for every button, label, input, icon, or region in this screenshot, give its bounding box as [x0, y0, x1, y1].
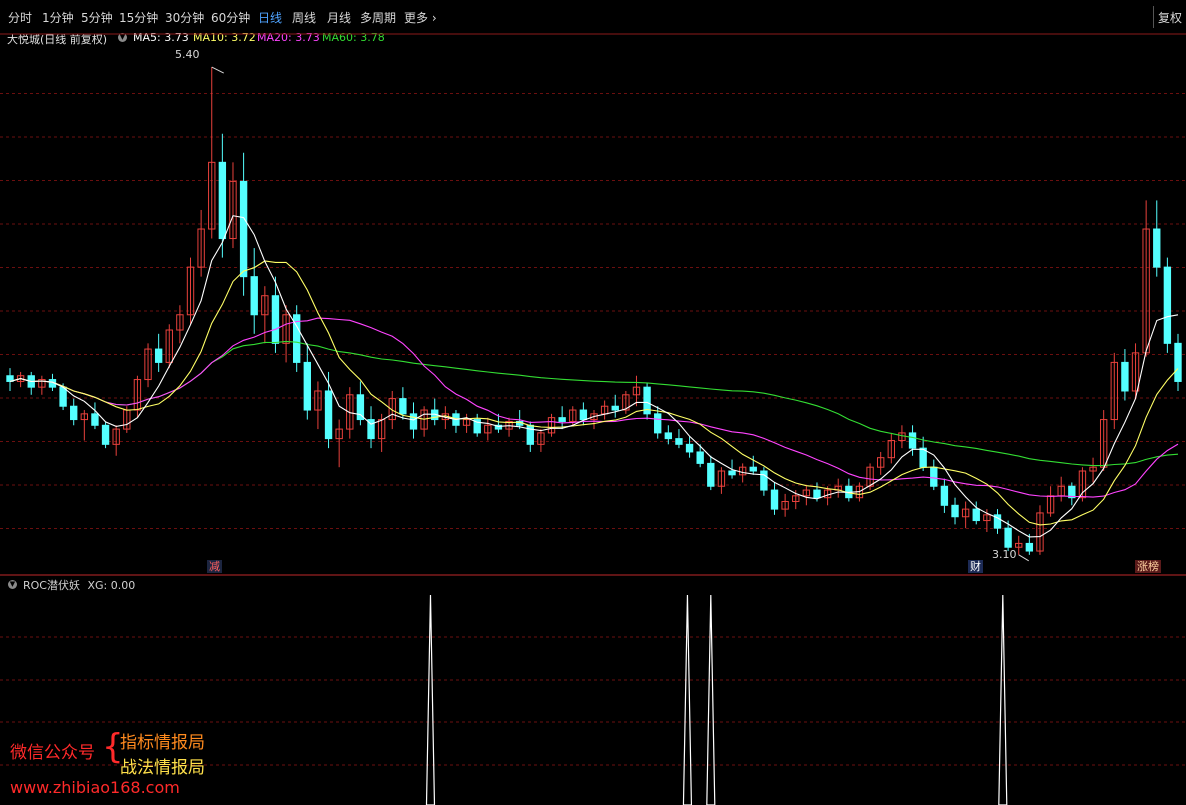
candle-body [1163, 266, 1172, 344]
candle-body [770, 489, 779, 510]
candle-body [1121, 361, 1129, 392]
candle-body [101, 424, 110, 445]
roc-signal-spike [425, 594, 436, 805]
candle-body [1025, 542, 1034, 552]
marker-finance[interactable]: 财 [968, 560, 983, 573]
roc-signal-spike [706, 594, 716, 805]
candle-body [356, 394, 365, 421]
candle-body [951, 504, 959, 518]
candle-body [1174, 342, 1182, 382]
candle-body [70, 405, 78, 421]
candle-body [940, 485, 949, 506]
high-pointer [211, 66, 224, 74]
candle-body [664, 432, 673, 440]
candle-body [154, 348, 163, 363]
candle-body [303, 361, 311, 411]
candle-body [1004, 527, 1012, 548]
roc-signal-spike [998, 594, 1008, 805]
candle-body [654, 413, 662, 434]
candle-body [728, 470, 736, 476]
high-price-label: 5.40 [175, 48, 200, 61]
candle-body [250, 276, 258, 316]
candle-body [696, 451, 704, 464]
low-pointer [1018, 554, 1029, 562]
low-price-label: 3.10 [992, 548, 1017, 561]
candle-body [908, 432, 917, 449]
candle-body [813, 489, 821, 499]
kline-chart[interactable] [0, 0, 1186, 805]
candle-body [685, 443, 694, 453]
ma60-line [9, 340, 1179, 467]
candle-body [91, 413, 99, 426]
watermark-line2: 战法情报局 [120, 758, 205, 778]
candle-body [409, 413, 418, 430]
candle-body [611, 405, 619, 411]
indicator-name: ROC潜伏妖 [23, 579, 80, 592]
candle-body [271, 295, 280, 344]
candle-body [972, 508, 980, 522]
ma20-line [9, 317, 1179, 498]
candle-body [930, 466, 938, 487]
roc-signal-spike [682, 594, 693, 805]
sub-chart-toggle-icon[interactable]: ▼ [8, 580, 17, 589]
candle-body [749, 466, 757, 472]
candle-body [218, 161, 227, 240]
indicator-value: XG: 0.00 [87, 579, 136, 592]
candle-body [399, 398, 407, 415]
candle-body [324, 390, 333, 440]
candle-body [59, 386, 67, 407]
candle-body [1153, 228, 1161, 268]
watermark-wechat: 微信公众号 [10, 743, 95, 763]
watermark-url: www.zhibiao168.com [10, 778, 180, 797]
marker-reduce[interactable]: 减 [207, 560, 222, 573]
candle-body [239, 180, 248, 278]
watermark-line1: 指标情报局 [120, 733, 205, 753]
marker-limit-up-list[interactable]: 涨榜 [1135, 560, 1161, 573]
sub-chart-label: ROC潜伏妖 XG: 0.00 [23, 577, 135, 593]
candle-body [760, 470, 768, 491]
candle-body [579, 409, 588, 421]
candle-body [558, 417, 566, 422]
candle-body [707, 462, 715, 487]
candle-body [675, 438, 683, 445]
